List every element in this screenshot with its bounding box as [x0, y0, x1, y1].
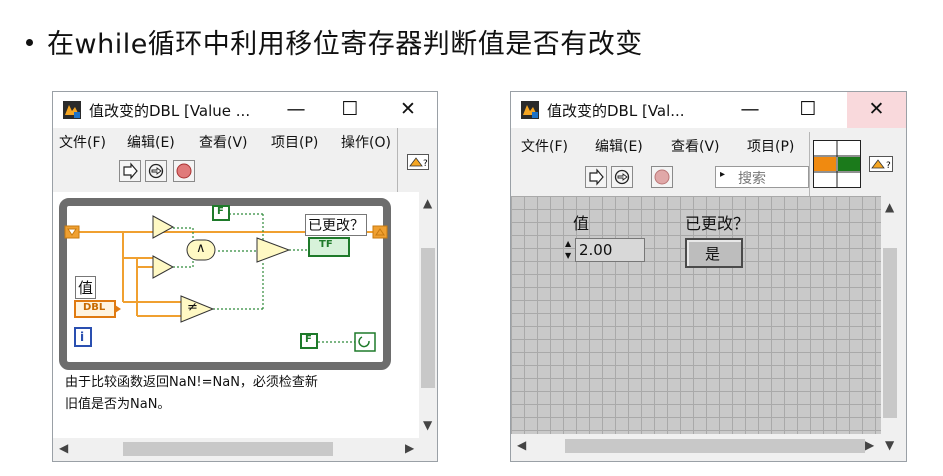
- horizontal-scroll-thumb[interactable]: [565, 439, 865, 453]
- slide-title-text: 在while循环中利用移位寄存器判断值是否有改变: [47, 29, 643, 60]
- context-help-icon[interactable]: ?: [869, 156, 893, 172]
- front-panel-window: 值改变的DBL [Val... — ☐ ✕ 文件(F) 编辑(E) 查看(V) …: [510, 91, 907, 462]
- maximize-button[interactable]: ☐: [327, 92, 373, 128]
- and-symbol: ∧: [196, 241, 206, 256]
- scroll-right-arrow[interactable]: ▶: [405, 441, 414, 455]
- value-control-label: 值: [573, 214, 590, 233]
- search-placeholder: 搜索: [738, 171, 766, 187]
- horizontal-scrollbar[interactable]: ◀ ▶ ▼: [511, 434, 901, 458]
- scroll-right-arrow[interactable]: ▶: [865, 438, 874, 452]
- iteration-text: i: [80, 330, 85, 344]
- diagram-note: 由于比较函数返回NaN!=NaN，必须检查新 旧值是否为NaN。: [65, 372, 405, 416]
- increment-decrement-buttons[interactable]: ▲ ▼: [565, 238, 573, 262]
- run-arrow-icon: [123, 162, 138, 180]
- minimize-button[interactable]: —: [727, 92, 773, 128]
- run-button[interactable]: [585, 166, 607, 188]
- menu-bar: 文件(F) 编辑(E) 查看(V) 项目(P) 操作(O): [53, 128, 437, 154]
- menu-view[interactable]: 查看(V): [199, 132, 248, 152]
- value-label: 值: [75, 276, 97, 299]
- decrement-arrow[interactable]: ▼: [565, 250, 573, 262]
- connector-pane-icon[interactable]: [813, 140, 861, 188]
- scroll-left-arrow[interactable]: ◀: [59, 441, 68, 455]
- stop-icon: [654, 169, 670, 185]
- run-continuously-button[interactable]: [145, 160, 167, 182]
- shift-register-right: [372, 225, 388, 239]
- scroll-left-arrow[interactable]: ◀: [517, 438, 526, 452]
- title-bar[interactable]: 值改变的DBL [Value ... — ☐ ✕: [53, 92, 437, 128]
- toolbar: ▸ 搜索: [511, 160, 809, 194]
- close-button[interactable]: ✕: [385, 92, 431, 128]
- search-box[interactable]: ▸ 搜索: [715, 166, 809, 188]
- window-title: 值改变的DBL [Value ...: [89, 102, 251, 120]
- vertical-scroll-thumb[interactable]: [883, 248, 897, 418]
- menu-operate[interactable]: 操作(O): [341, 132, 391, 152]
- menu-file[interactable]: 文件(F): [59, 132, 106, 152]
- svg-text:?: ?: [886, 161, 891, 171]
- menu-view[interactable]: 查看(V): [671, 136, 720, 156]
- menu-edit[interactable]: 编辑(E): [127, 132, 175, 152]
- dbl-terminal-text: DBL: [83, 302, 106, 313]
- block-diagram-window: 值改变的DBL [Value ... — ☐ ✕ 文件(F) 编辑(E) 查看(…: [52, 91, 438, 462]
- changed-indicator-label: 已更改？: [685, 214, 750, 233]
- scroll-down-arrow[interactable]: ▼: [423, 418, 432, 432]
- horizontal-scrollbar[interactable]: ◀ ▶: [53, 438, 437, 460]
- svg-text:?: ?: [423, 159, 428, 169]
- scroll-up-arrow[interactable]: ▲: [885, 200, 894, 214]
- close-button[interactable]: ✕: [847, 92, 906, 128]
- labview-vi-icon: [521, 101, 539, 119]
- minimize-button[interactable]: —: [273, 92, 319, 128]
- labview-vi-icon: [63, 101, 81, 119]
- changed-label: 已更改？: [305, 214, 367, 236]
- value-display[interactable]: 2.00: [575, 238, 645, 262]
- maximize-button[interactable]: ☐: [785, 92, 831, 128]
- toolbar-divider: [397, 128, 398, 192]
- loop-condition: [354, 332, 376, 352]
- increment-arrow[interactable]: ▲: [565, 238, 573, 250]
- vertical-scroll-thumb[interactable]: [421, 248, 435, 388]
- run-continuously-icon: [148, 163, 164, 179]
- tf-terminal-text: TF: [319, 239, 333, 250]
- toolbar: [53, 154, 397, 188]
- search-dropdown-icon[interactable]: ▸: [720, 169, 725, 180]
- not-equal-symbol: ≠: [187, 300, 198, 315]
- stop-icon: [176, 163, 192, 179]
- menu-edit[interactable]: 编辑(E): [595, 136, 643, 156]
- bullet: [26, 39, 33, 46]
- run-continuously-button[interactable]: [611, 166, 633, 188]
- note-line-2: 旧值是否为NaN。: [65, 397, 171, 412]
- vertical-scrollbar[interactable]: ▲: [881, 196, 899, 434]
- false-constant-text: F: [217, 206, 224, 217]
- run-button[interactable]: [119, 160, 141, 182]
- changed-indicator-text: 是: [705, 245, 721, 263]
- vertical-scrollbar[interactable]: ▲ ▼: [419, 192, 437, 438]
- horizontal-scroll-thumb[interactable]: [123, 442, 333, 456]
- menu-project[interactable]: 项目(P): [271, 132, 318, 152]
- abort-button[interactable]: [651, 166, 673, 188]
- window-title: 值改变的DBL [Val...: [547, 102, 685, 120]
- note-line-1: 由于比较函数返回NaN!=NaN，必须检查新: [65, 375, 318, 390]
- run-arrow-icon: [589, 168, 604, 186]
- front-panel-canvas[interactable]: 值 ▲ ▼ 2.00 已更改？ 是: [511, 196, 881, 434]
- run-continuously-icon: [614, 169, 630, 185]
- changed-indicator: 是: [685, 238, 743, 268]
- menu-project[interactable]: 项目(P): [747, 136, 794, 156]
- menu-file[interactable]: 文件(F): [521, 136, 568, 156]
- scroll-down-arrow[interactable]: ▼: [885, 438, 894, 452]
- context-help-icon[interactable]: ?: [407, 154, 429, 170]
- value-numeric-control[interactable]: ▲ ▼ 2.00: [565, 238, 645, 262]
- false-constant-stop-text: F: [305, 334, 312, 345]
- block-diagram-canvas[interactable]: 已更改？ 值 DBL TF F F i ∧ ≠ 由于比较函数返回NaN!=NaN…: [53, 192, 419, 438]
- scroll-up-arrow[interactable]: ▲: [423, 196, 432, 210]
- title-bar[interactable]: 值改变的DBL [Val... — ☐ ✕: [511, 92, 906, 128]
- slide-title: 在while循环中利用移位寄存器判断值是否有改变: [26, 22, 643, 61]
- abort-button[interactable]: [173, 160, 195, 182]
- toolbar-divider: [809, 132, 810, 196]
